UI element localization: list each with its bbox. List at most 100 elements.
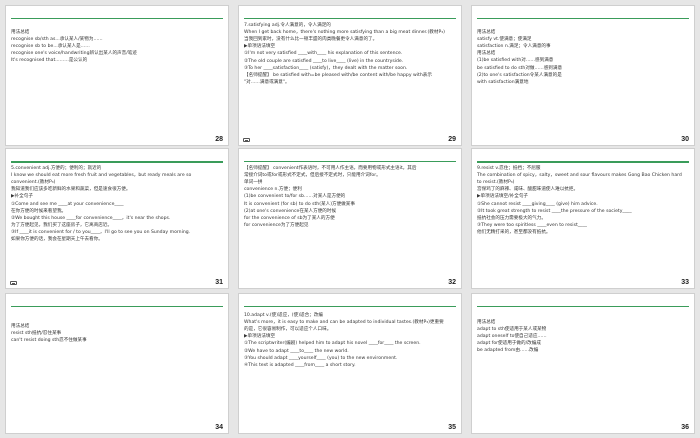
content-line: 【名师提醒】 convenient作表语时，不可用人作主语，而要用物或形式主语i… xyxy=(244,166,417,171)
content-line: 10.adapt v.(使)适应，(使)适合；改编 xyxy=(244,313,323,318)
content-line: ▶单项语法填空 xyxy=(244,334,276,340)
page-number: 28 xyxy=(215,136,223,143)
slide-content: 7.satisfying adj.令人满意的，令人满足的 When I get … xyxy=(244,22,456,133)
content-line: adapt to sth使适用于某人或某物 xyxy=(477,327,547,333)
content-line: 9.resist v.忍住；抵挡；不屈服 xyxy=(477,166,541,171)
content-line: recognise sb to be...承认某人是…… xyxy=(11,44,90,50)
content-line: 用法总结 xyxy=(477,51,496,57)
content-line: for the convenience of sb为了某人的方便 xyxy=(244,215,335,221)
content-line: be adapted from由……改编 xyxy=(477,348,539,354)
content-line: It is convenient (for sb) to do sth(某人)方… xyxy=(244,201,355,207)
content-line: ④This text is adapted ____from____ a sho… xyxy=(244,362,356,368)
slide-header-line xyxy=(11,161,223,163)
content-line: for convenience为了方便起见 xyxy=(244,222,309,228)
slide-content: 用法总结 adapt to sth使适用于某人或某物 adapt oneself… xyxy=(477,312,689,421)
content-line: 【名师提醒】 be satisfied with=be pleased with… xyxy=(244,72,432,78)
content-line: ①She cannot resist ____giving____ (give)… xyxy=(477,201,598,207)
content-line: ▶单项语法填空 xyxy=(244,44,276,50)
content-line: ③To her ____satisfaction____ (satisfy)，t… xyxy=(244,65,408,71)
slide-thumbnail-30[interactable]: 用法总结 satisfy vt.使满意；使满足 satisfaction n.满… xyxy=(471,5,695,146)
content-line: ①I'm not very satisfied ____with____ his… xyxy=(244,51,403,57)
content-line: 抵抗社会的压力需要极大的气力。 xyxy=(477,215,546,221)
page-number: 30 xyxy=(681,136,689,143)
content-line: can't resist doing sth忍不住做某事 xyxy=(11,338,87,344)
content-line: The combination of spicy，salty，sweet and… xyxy=(477,173,682,179)
content-line: ①The scriptwriter(编剧) helped him to adap… xyxy=(244,341,421,347)
slide-header-line xyxy=(11,18,223,19)
slide-header-line xyxy=(244,161,456,162)
content-line: ▶单项语法填空/补全句子 xyxy=(477,194,529,200)
slide-content: 9.resist v.忍住；抵挡；不屈服 The combination of … xyxy=(477,165,689,276)
content-line: (2)at one's convenience在某人方便的时候 xyxy=(244,208,337,214)
slide-header-line xyxy=(477,306,689,307)
content-line: convenience n.方便；便利 xyxy=(244,187,302,193)
content-line: be satisfied to do sth对做……感到满意 xyxy=(477,65,563,71)
content-line: to resist.(教材P₃) xyxy=(477,180,515,186)
content-line: ②It took great strength to resist ____th… xyxy=(477,208,632,214)
slide-header-line xyxy=(244,306,456,307)
content-line: ①Come and see me ____at your convenience… xyxy=(11,201,124,207)
slide-icon xyxy=(10,281,17,285)
content-line: 用法总结 xyxy=(11,30,30,35)
content-line: ③You should adapt ____yourself____ (you)… xyxy=(244,355,398,361)
content-line: ③They were too spiritless ____even to re… xyxy=(477,222,587,228)
content-line: 的是，它很容易制作，可以适应个人口味。 xyxy=(244,327,332,333)
slide-thumbnail-31[interactable]: 5.convenient adj.方便的；便利的；就近的 I know we s… xyxy=(5,148,229,289)
slide-content: 10.adapt v.(使)适应，(使)适合；改编 What's more，it… xyxy=(244,312,456,421)
content-line: ②We bought this house ____for convenienc… xyxy=(11,215,171,221)
slide-thumbnail-36[interactable]: 用法总结 adapt to sth使适用于某人或某物 adapt oneself… xyxy=(471,293,695,434)
content-line: 我知道我们应该多吃新鲜的水果和蔬菜，但是速食很方便。 xyxy=(11,187,131,193)
slide-header-line xyxy=(11,306,223,307)
slide-content: 用法总结 satisfy vt.使满意；使满足 satisfaction n.满… xyxy=(477,22,689,133)
content-line: 用法总结 xyxy=(477,30,496,35)
content-line: 在你方便的时候来看望我。 xyxy=(11,208,67,214)
slide-thumbnail-29[interactable]: 7.satisfying adj.令人满意的，令人满足的 When I get … xyxy=(238,5,462,146)
content-line: satisfy vt.使满意；使满足 xyxy=(477,37,532,43)
content-line: 7.satisfying adj.令人满意的，令人满足的 xyxy=(244,23,331,28)
slide-content: 【名师提醒】 convenient作表语时，不可用人作主语，而要用物或形式主语i… xyxy=(244,165,456,276)
slide-header-line xyxy=(477,161,689,163)
content-line: with satisfaction满意地 xyxy=(477,79,529,85)
content-line: ②We have to adapt ____to____ the new wor… xyxy=(244,348,349,354)
content-line: recognise sb/sth as...承认某人/某物为…… xyxy=(11,37,103,43)
content-line: 常接介词to或for或形式不定式，但后接不定式时，只能用介词for。 xyxy=(244,173,381,179)
page-number: 31 xyxy=(215,279,223,286)
content-line: I know we should eat more fresh fruit an… xyxy=(11,173,192,179)
content-line: adapt for使适用于做的/改编成 xyxy=(477,341,541,347)
content-line: resist sth抵抗/忍住某事 xyxy=(11,331,62,337)
slide-header-line xyxy=(477,18,689,19)
content-line: (1)be satisfied with对……感到满意 xyxy=(477,58,554,64)
content-line: 当我回到家时，没有什么比一顿丰盛的肉类晚餐更令人满意的了。 xyxy=(244,37,378,43)
content-line: 用法总结 xyxy=(477,320,496,325)
slide-content: 用法总结 recognise sb/sth as...承认某人/某物为…… re… xyxy=(11,22,223,133)
page-number: 36 xyxy=(681,424,689,431)
content-line: ▶补全句子 xyxy=(11,194,33,200)
slide-thumbnail-28[interactable]: 用法总结 recognise sb/sth as...承认某人/某物为…… re… xyxy=(5,5,229,146)
page-number: 29 xyxy=(448,136,456,143)
slide-header-line xyxy=(244,18,456,19)
content-line: ②The old couple are satisfied ____to liv… xyxy=(244,58,404,64)
page-number: 32 xyxy=(448,279,456,286)
slide-content: 5.convenient adj.方便的；便利的；就近的 I know we s… xyxy=(11,165,223,276)
content-line: recognise one's voice/handwriting辨认出某人的声… xyxy=(11,51,137,57)
content-line: ③If ____it is convenient for / to you___… xyxy=(11,229,191,235)
page-number: 35 xyxy=(448,424,456,431)
content-line: satisfaction n.满足；令人满意的事 xyxy=(477,44,551,50)
page-number: 34 xyxy=(215,424,223,431)
content-line: (1)be convenient to/for sb……对某人是方便的 xyxy=(244,194,346,200)
content-line: 宫保鸡丁的麻辣、咸味、酸甜味道使人难以抗拒。 xyxy=(477,187,579,193)
content-line: (2)to one's satisfaction令某人满意的是 xyxy=(477,72,562,78)
content-line: adapt oneself to使自己适应…… xyxy=(477,334,547,340)
slide-thumbnail-35[interactable]: 10.adapt v.(使)适应，(使)适合；改编 What's more，it… xyxy=(238,293,462,434)
content-line: 用法总结 xyxy=(11,324,30,329)
content-line: 他们无精打采的，甚至都没有抵抗。 xyxy=(477,229,551,235)
slide-icon xyxy=(243,138,250,142)
slide-thumbnail-32[interactable]: 【名师提醒】 convenient作表语时，不可用人作主语，而要用物或形式主语i… xyxy=(238,148,462,289)
slide-thumbnail-34[interactable]: 用法总结 resist sth抵抗/忍住某事 can't resist doin… xyxy=(5,293,229,434)
page-number: 33 xyxy=(681,279,689,286)
slide-content: 用法总结 resist sth抵抗/忍住某事 can't resist doin… xyxy=(11,316,223,421)
slide-thumbnail-33[interactable]: 9.resist v.忍住；抵挡；不屈服 The combination of … xyxy=(471,148,695,289)
